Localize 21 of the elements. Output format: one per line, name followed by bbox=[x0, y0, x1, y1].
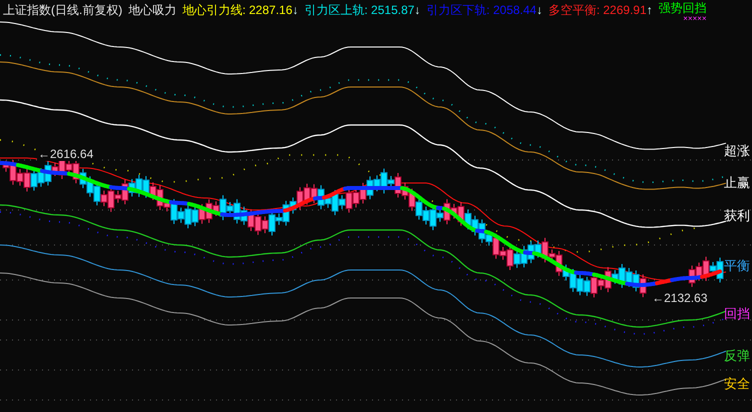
indicator-value: 地心引力线: 2287.16 bbox=[182, 2, 292, 19]
indicator-name: 地心吸力 bbox=[128, 2, 176, 19]
band-label: 获利 bbox=[724, 209, 750, 224]
band-label: 反弹 bbox=[724, 349, 750, 364]
band-label: 安全 bbox=[724, 377, 750, 392]
price-annotation: ←2616.64 bbox=[38, 147, 94, 161]
indicator-value: 多空平衡: 2269.91 bbox=[548, 2, 647, 19]
band-label: 超涨 bbox=[724, 144, 750, 159]
price-annotation: ←2132.63 bbox=[652, 291, 708, 305]
signal-marks: ××××× bbox=[683, 15, 707, 23]
chart-title: 上证指数(日线.前复权) bbox=[3, 2, 122, 19]
indicator-value: 引力区下轨: 2058.44 bbox=[426, 2, 536, 19]
arrow-icon: ↑ bbox=[646, 0, 653, 20]
arrow-icon: ↓ bbox=[414, 0, 420, 20]
band-label: 止赢 bbox=[724, 176, 750, 191]
arrow-icon: ↓ bbox=[292, 0, 298, 20]
band-label: 平衡 bbox=[724, 259, 750, 274]
signal-label: 强势回挡 bbox=[658, 2, 707, 15]
indicator-value: 引力区上轨: 2515.87 bbox=[304, 2, 414, 19]
arrow-icon: ↓ bbox=[536, 0, 542, 20]
band-label: 回挡 bbox=[724, 307, 750, 322]
